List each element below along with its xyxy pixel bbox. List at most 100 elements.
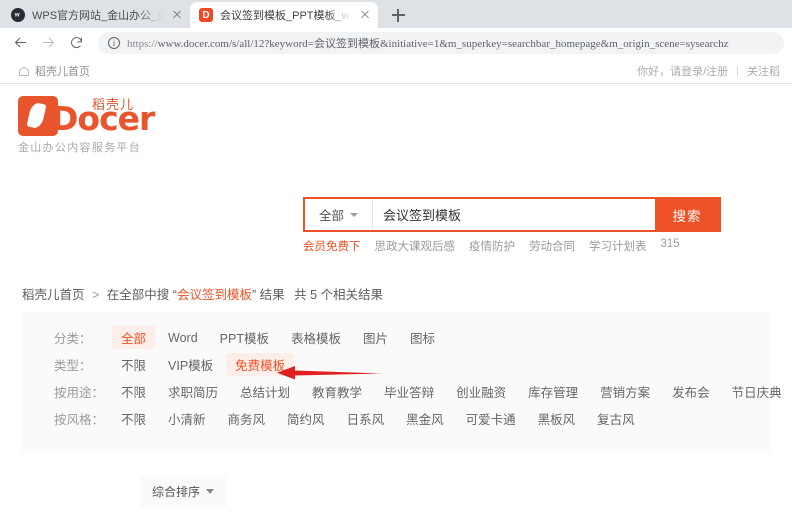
- bookmark-item-docer-home[interactable]: 稻壳儿首页: [12, 63, 96, 79]
- filter-items: 全部 Word PPT模板 表格模板 图片 图标: [112, 326, 448, 349]
- hot-keyword-2[interactable]: 疫情防护: [469, 238, 515, 254]
- filter-items: 不限 小清新 商务风 简约风 日系风 黑金风 可爱卡通 黑板风 复古风: [112, 407, 648, 430]
- result-count: 共 5 个相关结果: [294, 288, 384, 302]
- search-box: 全部 搜索: [303, 197, 721, 232]
- caret-down-icon: [206, 489, 215, 494]
- filter-item-usage-2[interactable]: 总结计划: [231, 380, 299, 403]
- red-arrow-annotation: [277, 364, 383, 382]
- bookmarks-bar: 稻壳儿首页 你好，请登录/注册 | 关注稻: [0, 58, 792, 84]
- close-icon[interactable]: [358, 8, 372, 22]
- filter-item-word[interactable]: Word: [159, 329, 207, 347]
- filter-item-style-4[interactable]: 日系风: [338, 407, 394, 430]
- reload-icon[interactable]: [64, 31, 88, 55]
- page-content: Docer 稻壳儿 金山办公内容服务平台 全部 搜索 会员免费下 思政大课观后感…: [0, 84, 792, 513]
- filter-label: 分类：: [54, 332, 92, 346]
- filter-item-style-2[interactable]: 商务风: [219, 407, 275, 430]
- tab-title: WPS官方网站_金山办公_办公软件: [32, 10, 166, 22]
- filter-item-usage-3[interactable]: 教育教学: [303, 380, 371, 403]
- breadcrumb-suffix: 结果: [259, 288, 285, 302]
- search-input[interactable]: [373, 199, 655, 230]
- filter-item-quanbu[interactable]: 全部: [112, 326, 156, 349]
- filter-item-excel[interactable]: 表格模板: [282, 326, 350, 349]
- wps-icon: [11, 8, 25, 22]
- url-text: https://www.docer.com/s/all/12?keyword=会…: [127, 35, 728, 51]
- breadcrumb-separator: >: [92, 288, 100, 302]
- new-tab-button[interactable]: [384, 2, 412, 28]
- filter-row-category: 分类： 全部 Word PPT模板 表格模板 图片 图标: [22, 324, 770, 351]
- filter-item-style-3[interactable]: 简约风: [278, 407, 334, 430]
- filter-item-usage-1[interactable]: 求职简历: [159, 380, 227, 403]
- back-arrow-icon[interactable]: [8, 31, 32, 55]
- filter-item-usage-0[interactable]: 不限: [112, 380, 155, 403]
- home-icon: [19, 66, 29, 76]
- close-icon[interactable]: [170, 8, 184, 22]
- breadcrumb-home-link[interactable]: 稻壳儿首页: [22, 288, 85, 302]
- logo-cn-name: 稻壳儿: [92, 97, 135, 112]
- filter-item-vip[interactable]: VIP模板: [159, 353, 222, 376]
- filter-panel: 分类： 全部 Word PPT模板 表格模板 图片 图标 类型： 不限 VIP模…: [22, 312, 782, 452]
- sort-bar: 综合排序: [140, 476, 227, 507]
- filter-item-style-0[interactable]: 不限: [112, 407, 155, 430]
- chevron-down-icon: [350, 212, 358, 217]
- sort-label: 综合排序: [152, 485, 201, 499]
- url-rest: www.docer.com/s/all/12?keyword=会议签到模板&in…: [157, 37, 729, 50]
- filter-label: 类型：: [54, 359, 92, 373]
- docer-leaf-icon: [18, 96, 58, 136]
- filter-items: 不限 求职简历 总结计划 教育教学 毕业答辩 创业融资 库存管理 营销方案 发布…: [112, 380, 792, 403]
- search-category-value: 全部: [318, 209, 344, 223]
- logo-tagline: 金山办公内容服务平台: [18, 142, 141, 154]
- search-button[interactable]: 搜索: [655, 199, 719, 230]
- search-area: 全部 搜索 会员免费下 思政大课观后感 疫情防护 劳动合同 学习计划表 315: [303, 197, 721, 254]
- filter-row-usage: 按用途： 不限 求职简历 总结计划 教育教学 毕业答辩 创业融资 库存管理 营销…: [22, 378, 782, 405]
- breadcrumb: 稻壳儿首页 > 在全部中搜 “会议签到模板” 结果 共 5 个相关结果: [22, 284, 383, 303]
- filter-item-usage-9[interactable]: 节日庆典: [723, 380, 791, 403]
- filter-item-style-8[interactable]: 复古风: [588, 407, 644, 430]
- filter-row-type: 类型： 不限 VIP模板 免费模板: [22, 351, 770, 378]
- filter-item-style-5[interactable]: 黑金风: [397, 407, 453, 430]
- url-scheme: https://: [127, 37, 158, 50]
- tab-title: 会议签到模板_PPT模板_word文...: [220, 10, 354, 22]
- login-register-link[interactable]: 你好，请登录/注册: [637, 63, 728, 79]
- filter-item-usage-7[interactable]: 营销方案: [591, 380, 659, 403]
- filter-items: 不限 VIP模板 免费模板: [112, 353, 298, 376]
- filter-item-usage-8[interactable]: 发布会: [663, 380, 719, 403]
- hot-keywords: 会员免费下 思政大课观后感 疫情防护 劳动合同 学习计划表 315: [303, 238, 721, 254]
- follow-docer-link[interactable]: 关注稻: [747, 63, 780, 79]
- filter-item-icon[interactable]: 图标: [401, 326, 444, 349]
- hot-keyword-3[interactable]: 劳动合同: [529, 238, 575, 254]
- forward-arrow-icon[interactable]: [36, 31, 60, 55]
- filter-item-buxian[interactable]: 不限: [112, 353, 155, 376]
- filter-label: 按用途：: [54, 386, 105, 400]
- hot-keyword-0[interactable]: 会员免费下: [303, 238, 361, 254]
- browser-window: WPS官方网站_金山办公_办公软件 D 会议签到模板_PPT模板_word文..…: [0, 0, 792, 513]
- hot-keyword-5[interactable]: 315: [661, 238, 680, 254]
- filter-item-style-7[interactable]: 黑板风: [529, 407, 585, 430]
- tab-strip: WPS官方网站_金山办公_办公软件 D 会议签到模板_PPT模板_word文..…: [0, 0, 792, 28]
- quote-close: ”: [251, 288, 257, 302]
- browser-tab-1[interactable]: WPS官方网站_金山办公_办公软件: [2, 2, 190, 28]
- hot-keyword-4[interactable]: 学习计划表: [589, 238, 647, 254]
- filter-item-usage-6[interactable]: 库存管理: [519, 380, 587, 403]
- browser-toolbar: i https://www.docer.com/s/all/12?keyword…: [0, 28, 792, 58]
- breadcrumb-keyword: 会议签到模板: [176, 288, 252, 302]
- filter-item-image[interactable]: 图片: [354, 326, 397, 349]
- filter-item-usage-5[interactable]: 创业融资: [447, 380, 515, 403]
- filter-item-usage-4[interactable]: 毕业答辩: [375, 380, 443, 403]
- filter-label: 按风格：: [54, 413, 105, 427]
- filter-item-style-1[interactable]: 小清新: [159, 407, 215, 430]
- hot-keyword-1[interactable]: 思政大课观后感: [375, 238, 456, 254]
- account-area: 你好，请登录/注册 | 关注稻: [637, 63, 780, 79]
- bookmark-label: 稻壳儿首页: [35, 65, 90, 78]
- info-circle-icon[interactable]: i: [108, 36, 120, 49]
- browser-tab-2[interactable]: D 会议签到模板_PPT模板_word文...: [190, 2, 378, 28]
- filter-item-ppt[interactable]: PPT模板: [211, 326, 278, 349]
- search-category-select[interactable]: 全部: [305, 199, 373, 230]
- site-logo[interactable]: Docer 稻壳儿 金山办公内容服务平台: [18, 96, 188, 155]
- sort-dropdown[interactable]: 综合排序: [140, 476, 227, 507]
- breadcrumb-prefix: 在全部中搜: [106, 288, 170, 302]
- docer-icon: D: [199, 8, 213, 22]
- divider: |: [736, 64, 739, 77]
- filter-item-style-6[interactable]: 可爱卡通: [457, 407, 525, 430]
- filter-row-style: 按风格： 不限 小清新 商务风 简约风 日系风 黑金风 可爱卡通 黑板风 复古风: [22, 405, 770, 432]
- address-bar[interactable]: i https://www.docer.com/s/all/12?keyword…: [98, 31, 784, 54]
